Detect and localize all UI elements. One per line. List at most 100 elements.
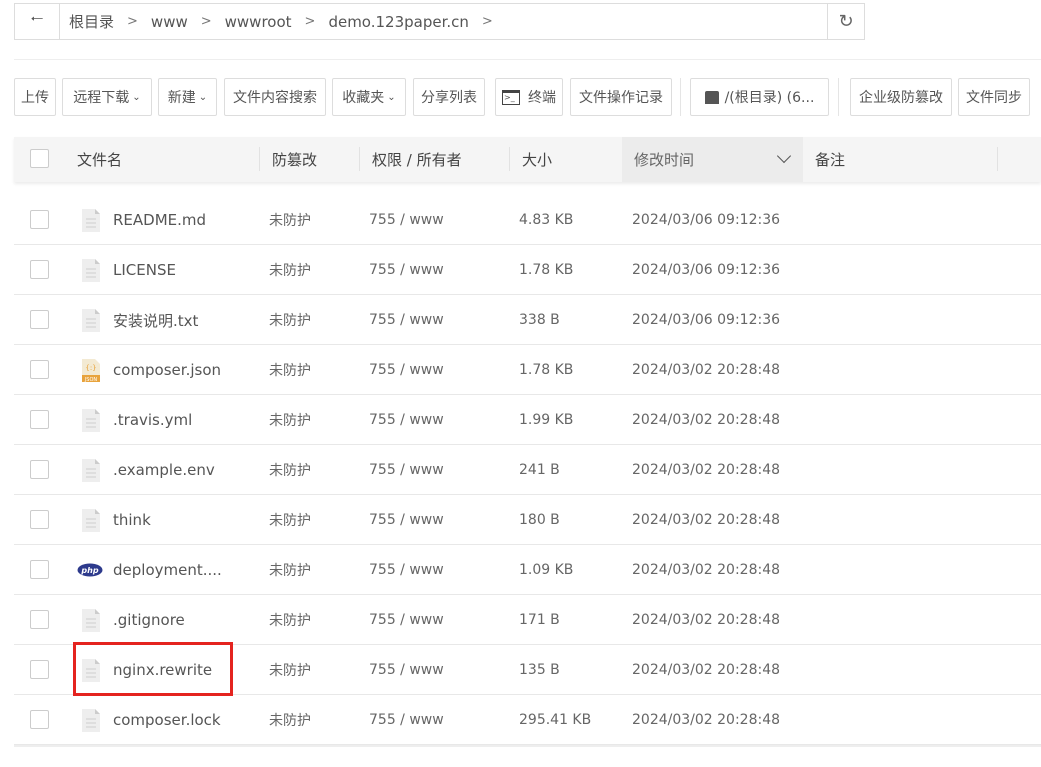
file-row[interactable]: {:} JSON composer.json 未防护 755 / www 1.78…: [14, 345, 1041, 395]
file-name[interactable]: think: [113, 495, 151, 545]
row-checkbox[interactable]: [30, 310, 49, 329]
column-mtime[interactable]: 修改时间: [622, 137, 803, 182]
file-name[interactable]: .travis.yml: [113, 395, 192, 445]
file-perm[interactable]: 755 / www: [369, 345, 444, 395]
row-checkbox[interactable]: [30, 260, 49, 279]
new-button[interactable]: 新建 ⌄: [158, 78, 217, 116]
breadcrumb-root[interactable]: 根目录: [69, 11, 114, 32]
file-name[interactable]: .gitignore: [113, 595, 185, 645]
file-perm[interactable]: 755 / www: [369, 495, 444, 545]
highlight-box: [73, 642, 233, 696]
file-row[interactable]: think 未防护 755 / www 180 B 2024/03/02 20:…: [14, 495, 1041, 545]
file-perm[interactable]: 755 / www: [369, 395, 444, 445]
file-perm[interactable]: 755 / www: [369, 245, 444, 295]
file-protect[interactable]: 未防护: [269, 245, 311, 295]
file-perm[interactable]: 755 / www: [369, 595, 444, 645]
row-checkbox[interactable]: [30, 360, 49, 379]
file-protect[interactable]: 未防护: [269, 395, 311, 445]
file-perm[interactable]: 755 / www: [369, 695, 444, 745]
file-name[interactable]: .example.env: [113, 445, 215, 495]
remote-download-button[interactable]: 远程下载 ⌄: [62, 78, 152, 116]
file-name[interactable]: deployment....: [113, 545, 222, 595]
file-perm[interactable]: 755 / www: [369, 295, 444, 345]
column-remark[interactable]: 备注: [815, 137, 845, 182]
row-checkbox[interactable]: [30, 410, 49, 429]
disk-icon: [704, 90, 719, 104]
file-row[interactable]: composer.lock 未防护 755 / www 295.41 KB 20…: [14, 695, 1041, 745]
file-mtime: 2024/03/02 20:28:48: [632, 362, 781, 378]
column-divider: [359, 147, 360, 171]
file-perm[interactable]: 755 / www: [369, 645, 444, 695]
disk-label: /(根目录) (6...: [724, 90, 815, 106]
file-name[interactable]: composer.json: [113, 345, 221, 395]
chevron-down-icon: ⌄: [198, 91, 208, 103]
refresh-button[interactable]: ↻: [827, 4, 864, 39]
file-protect[interactable]: 未防护: [269, 295, 311, 345]
file-icon: [81, 308, 101, 333]
file-perm[interactable]: 755 / www: [369, 195, 444, 245]
chevron-down-icon: ⌄: [387, 91, 396, 103]
row-checkbox[interactable]: [30, 610, 49, 629]
file-icon: [81, 458, 101, 483]
content-search-button[interactable]: 文件内容搜索: [224, 78, 326, 116]
file-row[interactable]: .example.env 未防护 755 / www 241 B 2024/03…: [14, 445, 1041, 495]
chevron-down-icon: ⌄: [132, 91, 141, 103]
row-checkbox[interactable]: [30, 510, 49, 529]
file-protect[interactable]: 未防护: [269, 545, 311, 595]
file-protect[interactable]: 未防护: [269, 345, 311, 395]
table-bottom: [14, 745, 1041, 747]
column-size[interactable]: 大小: [522, 137, 552, 182]
divider: [838, 78, 839, 116]
row-checkbox[interactable]: [30, 660, 49, 679]
file-size: 1.09 KB: [519, 562, 574, 578]
file-protect[interactable]: 未防护: [269, 445, 311, 495]
operation-log-label: 文件操作记录: [579, 90, 663, 106]
tamper-proof-button[interactable]: 企业级防篡改: [850, 78, 952, 116]
file-protect[interactable]: 未防护: [269, 695, 311, 745]
file-row[interactable]: .gitignore 未防护 755 / www 171 B 2024/03/0…: [14, 595, 1041, 645]
breadcrumb-site[interactable]: demo.123paper.cn: [328, 13, 468, 31]
file-perm[interactable]: 755 / www: [369, 545, 444, 595]
upload-button[interactable]: 上传: [14, 78, 56, 116]
file-name[interactable]: README.md: [113, 195, 206, 245]
row-checkbox[interactable]: [30, 460, 49, 479]
file-icon: [81, 708, 101, 733]
file-size: 180 B: [519, 512, 560, 528]
column-divider: [259, 147, 260, 171]
file-protect[interactable]: 未防护: [269, 595, 311, 645]
file-protect[interactable]: 未防护: [269, 195, 311, 245]
file-name[interactable]: 安装说明.txt: [113, 295, 198, 345]
breadcrumb-www[interactable]: www: [151, 13, 188, 31]
file-row[interactable]: php deployment.... 未防护 755 / www 1.09 KB…: [14, 545, 1041, 595]
terminal-button[interactable]: >_ 终端: [495, 78, 563, 116]
favorites-button[interactable]: 收藏夹 ⌄: [332, 78, 406, 116]
column-protect[interactable]: 防篡改: [272, 137, 317, 182]
file-name[interactable]: LICENSE: [113, 245, 176, 295]
share-list-button[interactable]: 分享列表: [413, 78, 485, 116]
row-checkbox[interactable]: [30, 710, 49, 729]
column-divider: [997, 147, 998, 171]
terminal-label: 终端: [528, 90, 556, 106]
back-button[interactable]: 🠀: [15, 4, 60, 39]
sort-chevron-down-icon: [776, 148, 792, 164]
breadcrumb-wwwroot[interactable]: wwwroot: [225, 13, 292, 31]
row-checkbox[interactable]: [30, 560, 49, 579]
file-protect[interactable]: 未防护: [269, 495, 311, 545]
file-row[interactable]: 安装说明.txt 未防护 755 / www 338 B 2024/03/06 …: [14, 295, 1041, 345]
file-row[interactable]: LICENSE 未防护 755 / www 1.78 KB 2024/03/06…: [14, 245, 1041, 295]
disk-button[interactable]: /(根目录) (6...: [690, 78, 829, 116]
file-size: 1.78 KB: [519, 362, 574, 378]
file-row[interactable]: README.md 未防护 755 / www 4.83 KB 2024/03/…: [14, 195, 1041, 245]
content-search-label: 文件内容搜索: [233, 90, 317, 106]
column-name[interactable]: 文件名: [77, 137, 122, 182]
operation-log-button[interactable]: 文件操作记录: [570, 78, 672, 116]
row-checkbox[interactable]: [30, 210, 49, 229]
select-all-checkbox[interactable]: [30, 149, 49, 168]
column-perm[interactable]: 权限 / 所有者: [372, 137, 462, 182]
file-sync-button[interactable]: 文件同步: [958, 78, 1030, 116]
chevron-right-icon[interactable]: >: [482, 14, 493, 29]
file-name[interactable]: composer.lock: [113, 695, 221, 745]
file-protect[interactable]: 未防护: [269, 645, 311, 695]
file-row[interactable]: .travis.yml 未防护 755 / www 1.99 KB 2024/0…: [14, 395, 1041, 445]
file-perm[interactable]: 755 / www: [369, 445, 444, 495]
